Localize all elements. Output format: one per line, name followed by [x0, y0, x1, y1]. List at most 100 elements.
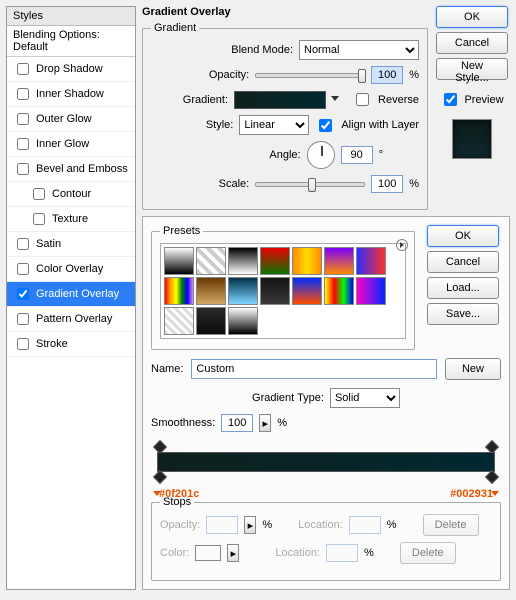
preset-swatch[interactable] [196, 307, 226, 335]
preset-swatch[interactable] [228, 247, 258, 275]
blending-options[interactable]: Blending Options: Default [7, 26, 135, 57]
gradient-editor: Presets OK Cancel Load... Save... Name: … [142, 216, 510, 590]
gradient-swatch[interactable] [234, 91, 326, 109]
style-item-checkbox[interactable] [17, 163, 29, 175]
style-item-bevel-and-emboss[interactable]: Bevel and Emboss [7, 157, 135, 182]
preset-swatch[interactable] [196, 277, 226, 305]
preset-swatch[interactable] [196, 247, 226, 275]
style-item-outer-glow[interactable]: Outer Glow [7, 107, 135, 132]
angle-input[interactable] [341, 146, 373, 164]
button-column-2: OK Cancel Load... Save... [425, 225, 501, 325]
preset-swatch[interactable] [356, 277, 386, 305]
style-item-checkbox[interactable] [17, 63, 29, 75]
preview-checkbox[interactable] [444, 93, 457, 106]
row-style: Style: Linear Align with Layer [151, 115, 419, 135]
align-checkbox[interactable] [319, 119, 332, 132]
style-item-checkbox[interactable] [33, 188, 45, 200]
style-item-checkbox[interactable] [17, 138, 29, 150]
gradient-legend: Gradient [151, 22, 199, 34]
stop-color-stepper[interactable]: ▸ [227, 544, 239, 562]
style-item-color-overlay[interactable]: Color Overlay [7, 257, 135, 282]
scale-input[interactable] [371, 175, 403, 193]
style-item-texture[interactable]: Texture [7, 207, 135, 232]
preset-swatch[interactable] [260, 277, 290, 305]
row-gradient: Gradient: Reverse [151, 90, 419, 109]
ok-button[interactable]: OK [436, 6, 508, 28]
hex-right: #002931 [450, 488, 493, 500]
opacity-slider[interactable] [255, 73, 365, 78]
style-item-checkbox[interactable] [17, 338, 29, 350]
style-item-checkbox[interactable] [17, 238, 29, 250]
delete-opacity-stop-button[interactable]: Delete [423, 514, 479, 536]
style-item-contour[interactable]: Contour [7, 182, 135, 207]
smoothness-stepper[interactable]: ▸ [259, 414, 271, 432]
stop-opacity-input[interactable] [206, 516, 238, 534]
opacity-input[interactable] [371, 66, 403, 84]
style-item-checkbox[interactable] [17, 88, 29, 100]
cancel-button[interactable]: Cancel [436, 32, 508, 54]
stop-color-swatch[interactable] [195, 545, 221, 561]
style-select[interactable]: Linear [239, 115, 309, 135]
preset-swatch[interactable] [292, 247, 322, 275]
style-item-pattern-overlay[interactable]: Pattern Overlay [7, 307, 135, 332]
load-button[interactable]: Load... [427, 277, 499, 299]
gradient-bar[interactable] [157, 452, 495, 472]
preset-swatch[interactable] [164, 277, 194, 305]
style-item-checkbox[interactable] [33, 213, 45, 225]
row-blend-mode: Blend Mode: Normal [151, 40, 419, 60]
style-item-label: Gradient Overlay [36, 288, 119, 300]
preset-swatch[interactable] [324, 247, 354, 275]
style-item-checkbox[interactable] [17, 313, 29, 325]
preset-swatch[interactable] [292, 277, 322, 305]
style-item-checkbox[interactable] [17, 113, 29, 125]
color-stop-right[interactable] [485, 470, 499, 484]
stop-color-label: Color: [160, 547, 189, 559]
style-item-gradient-overlay[interactable]: Gradient Overlay [7, 282, 135, 307]
save-button[interactable]: Save... [427, 303, 499, 325]
stop-opacity-unit: % [262, 519, 272, 531]
stop-color-location-input[interactable] [326, 544, 358, 562]
preset-swatch[interactable] [260, 247, 290, 275]
style-item-stroke[interactable]: Stroke [7, 332, 135, 357]
style-item-checkbox[interactable] [17, 288, 29, 300]
color-stop-left[interactable] [153, 470, 167, 484]
gradient-type-select[interactable]: Solid [330, 388, 400, 408]
style-item-drop-shadow[interactable]: Drop Shadow [7, 57, 135, 82]
row-angle: Angle: ° [151, 141, 419, 169]
section-title: Gradient Overlay [142, 6, 428, 18]
reverse-label: Reverse [378, 94, 419, 106]
reverse-checkbox[interactable] [356, 93, 369, 106]
new-button[interactable]: New [445, 358, 501, 380]
presets-menu-icon[interactable] [396, 239, 408, 251]
scale-label: Scale: [183, 178, 249, 190]
name-input[interactable] [191, 359, 437, 379]
style-item-label: Color Overlay [36, 263, 103, 275]
style-item-label: Satin [36, 238, 61, 250]
preset-swatch[interactable] [164, 307, 194, 335]
style-item-label: Outer Glow [36, 113, 92, 125]
angle-dial[interactable] [307, 141, 335, 169]
style-item-inner-shadow[interactable]: Inner Shadow [7, 82, 135, 107]
preset-swatch[interactable] [228, 307, 258, 335]
new-style-button[interactable]: New Style... [436, 58, 508, 80]
preset-swatch[interactable] [356, 247, 386, 275]
style-item-label: Stroke [36, 338, 68, 350]
smoothness-input[interactable] [221, 414, 253, 432]
name-label: Name: [151, 363, 183, 375]
editor-ok-button[interactable]: OK [427, 225, 499, 247]
preset-swatch[interactable] [164, 247, 194, 275]
scale-slider[interactable] [255, 182, 365, 187]
stop-color-location-label: Location: [275, 547, 320, 559]
style-item-checkbox[interactable] [17, 263, 29, 275]
preset-swatch[interactable] [324, 277, 354, 305]
delete-color-stop-button[interactable]: Delete [400, 542, 456, 564]
editor-cancel-button[interactable]: Cancel [427, 251, 499, 273]
stop-location-input[interactable] [349, 516, 381, 534]
blend-mode-select[interactable]: Normal [299, 40, 419, 60]
stop-opacity-stepper[interactable]: ▸ [244, 516, 256, 534]
preset-swatch[interactable] [228, 277, 258, 305]
style-item-satin[interactable]: Satin [7, 232, 135, 257]
style-item-inner-glow[interactable]: Inner Glow [7, 132, 135, 157]
gradient-overlay-section: Gradient Overlay Gradient Blend Mode: No… [142, 6, 510, 210]
style-item-label: Inner Glow [36, 138, 89, 150]
